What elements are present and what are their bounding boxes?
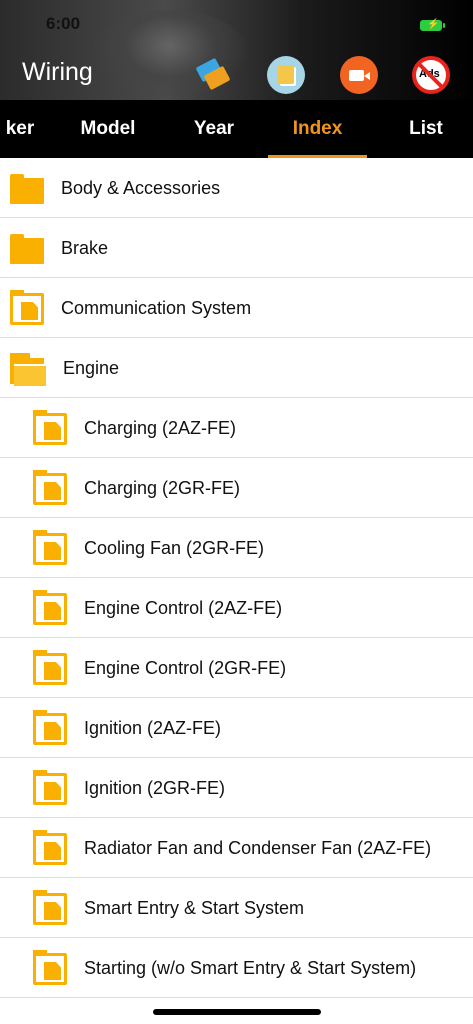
list-item-label: Smart Entry & Start System: [84, 898, 305, 918]
battery-charging-icon: ⚡: [420, 19, 445, 31]
document-folder-icon: [33, 590, 67, 625]
list-item-label: Body & Accessories: [61, 178, 221, 198]
list-item-label: Radiator Fan and Condenser Fan (2AZ-FE): [84, 838, 432, 858]
list-item-label: Engine Control (2GR-FE): [84, 658, 287, 678]
document-folder-icon: [33, 770, 67, 805]
list-item[interactable]: Brake: [0, 218, 473, 278]
list-item[interactable]: Ignition (2AZ-FE): [0, 698, 473, 758]
list-item-label: Brake: [61, 238, 109, 258]
list-item-label: Cooling Fan (2GR-FE): [84, 538, 265, 558]
folder-icon: [10, 234, 44, 264]
list-item[interactable]: Charging (2GR-FE): [0, 458, 473, 518]
list-item-label: Ignition (2GR-FE): [84, 778, 226, 798]
folder-icon: [10, 174, 44, 204]
app-title: Wiring: [22, 58, 93, 86]
list-item[interactable]: Engine Control (2AZ-FE): [0, 578, 473, 638]
list-item[interactable]: Ignition (2GR-FE): [0, 758, 473, 818]
book-icon[interactable]: [267, 56, 305, 94]
list-item[interactable]: Smart Entry & Start System: [0, 878, 473, 938]
tab-year[interactable]: Year: [177, 100, 251, 158]
document-folder-icon: [33, 830, 67, 865]
list-item[interactable]: Communication System: [0, 278, 473, 338]
document-folder-icon: [33, 710, 67, 745]
list-item-label: Charging (2GR-FE): [84, 478, 241, 498]
video-camera-icon[interactable]: [340, 56, 378, 94]
app-header: 6:00 ⚡ Wiring Ads: [0, 0, 473, 100]
tab-bar: ker Model Year Index List: [0, 100, 473, 158]
index-list: Body & Accessories Brake Communication S…: [0, 158, 473, 998]
list-item[interactable]: Body & Accessories: [0, 158, 473, 218]
list-item[interactable]: Radiator Fan and Condenser Fan (2AZ-FE): [0, 818, 473, 878]
list-item[interactable]: Engine: [0, 338, 473, 398]
no-ads-icon[interactable]: Ads: [412, 56, 450, 94]
document-folder-icon: [33, 890, 67, 925]
document-folder-icon: [33, 470, 67, 505]
list-item-label: Ignition (2AZ-FE): [84, 718, 222, 738]
status-time: 6:00: [46, 14, 81, 33]
list-item-label: Engine: [63, 358, 120, 378]
list-item[interactable]: Engine Control (2GR-FE): [0, 638, 473, 698]
document-folder-icon: [33, 950, 67, 985]
document-folder-icon: [33, 530, 67, 565]
home-indicator: [153, 1009, 321, 1015]
tab-model[interactable]: Model: [68, 100, 148, 158]
list-item[interactable]: Starting (w/o Smart Entry & Start System…: [0, 938, 473, 998]
list-item-label: Communication System: [61, 298, 252, 318]
list-item-label: Starting (w/o Smart Entry & Start System…: [84, 958, 417, 978]
tab-list[interactable]: List: [395, 100, 457, 158]
list-item-label: Charging (2AZ-FE): [84, 418, 237, 438]
tab-maker[interactable]: ker: [0, 100, 40, 158]
list-item-label: Engine Control (2AZ-FE): [84, 598, 283, 618]
folder-open-icon: [10, 353, 46, 386]
list-item[interactable]: Cooling Fan (2GR-FE): [0, 518, 473, 578]
document-folder-icon: [33, 650, 67, 685]
document-folder-icon: [10, 290, 44, 325]
tab-index[interactable]: Index: [268, 100, 367, 158]
list-item[interactable]: Charging (2AZ-FE): [0, 398, 473, 458]
tag-icon[interactable]: [194, 56, 232, 94]
document-folder-icon: [33, 410, 67, 445]
